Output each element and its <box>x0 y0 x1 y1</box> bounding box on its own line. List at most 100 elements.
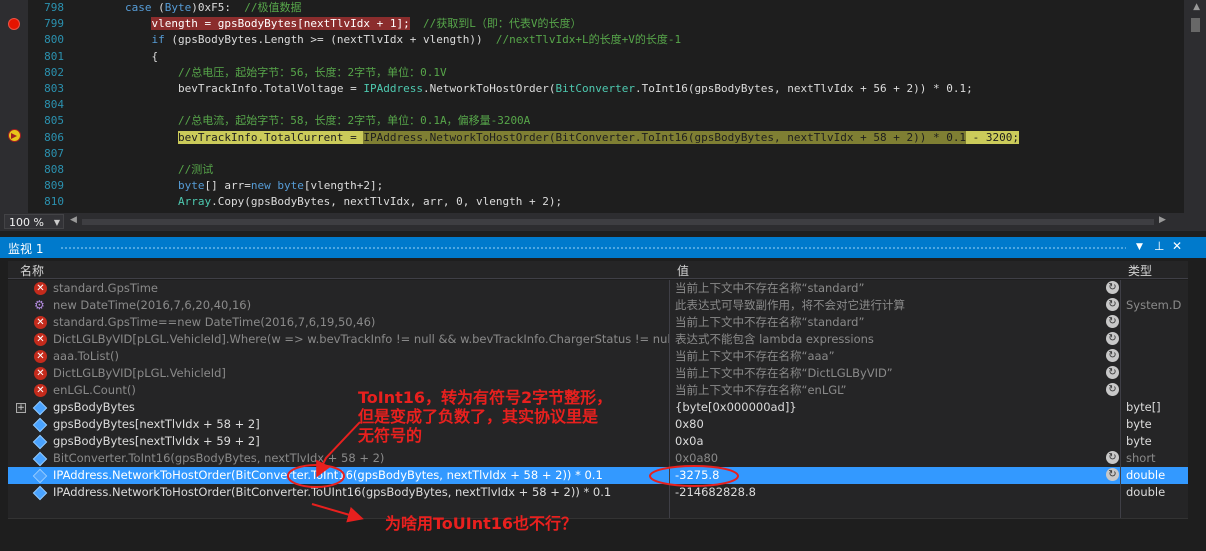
vertical-scrollbar[interactable]: ▲ <box>1184 0 1206 213</box>
refresh-icon[interactable]: ↻ <box>1106 383 1119 396</box>
watch-row[interactable]: ✕ DictLGLByVID[pLGL.VehicleId].Where(w =>… <box>8 331 1188 349</box>
code-line[interactable]: //测试 <box>72 162 1168 178</box>
code-line[interactable]: case (Byte)0xF5: //极值数据 <box>72 0 1168 16</box>
dropdown-icon[interactable]: ▼ <box>1136 242 1143 252</box>
breakpoint-icon[interactable] <box>8 18 20 30</box>
watch-value[interactable]: -3275.8 <box>675 467 1105 484</box>
watch-value[interactable]: 当前上下文中不存在名称“standard” <box>675 280 1105 297</box>
close-icon[interactable]: ✕ <box>1172 239 1182 253</box>
column-divider[interactable] <box>669 399 670 416</box>
scrollbar-thumb[interactable] <box>1191 18 1200 32</box>
column-divider[interactable] <box>669 382 670 399</box>
watch-value[interactable]: 当前上下文中不存在名称“DictLGLByVID” <box>675 365 1105 382</box>
watch-value[interactable]: 0x80 <box>675 416 1105 433</box>
chevron-down-icon[interactable]: ▼ <box>54 215 60 230</box>
watch-name[interactable]: standard.GpsTime==new DateTime(2016,7,6,… <box>53 314 669 331</box>
header-name[interactable]: 名称 <box>20 262 44 279</box>
code-line[interactable] <box>72 97 1168 113</box>
watch-row[interactable]: ✕ aaa.ToList() 当前上下文中不存在名称“aaa” ↻ <box>8 348 1188 366</box>
watch-value[interactable]: {byte[0x000000ad]} <box>675 399 1105 416</box>
watch-row[interactable]: IPAddress.NetworkToHostOrder(BitConverte… <box>8 467 1188 485</box>
watch-row[interactable]: IPAddress.NetworkToHostOrder(BitConverte… <box>8 484 1188 502</box>
column-divider[interactable] <box>669 416 670 433</box>
column-divider[interactable] <box>669 314 670 331</box>
current-line-arrow-icon[interactable] <box>8 129 21 142</box>
refresh-icon[interactable]: ↻ <box>1106 366 1119 379</box>
watch-row[interactable]: ⚙ new DateTime(2016,7,6,20,40,16) 此表达式可导致副… <box>8 297 1188 315</box>
watch-value[interactable]: 表达式不能包含 lambda expressions <box>675 331 1105 348</box>
refresh-icon[interactable]: ↻ <box>1106 349 1119 362</box>
header-type[interactable]: 类型 <box>1128 262 1152 279</box>
column-divider[interactable] <box>669 365 670 382</box>
watch-value[interactable]: 当前上下文中不存在名称“aaa” <box>675 348 1105 365</box>
column-divider[interactable] <box>1120 314 1121 331</box>
watch-titlebar[interactable]: 监视 1 ▼ ⊥ ✕ <box>0 237 1206 258</box>
watch-name[interactable]: new DateTime(2016,7,6,20,40,16) <box>53 297 669 314</box>
column-divider[interactable] <box>1120 467 1121 484</box>
watch-name[interactable]: IPAddress.NetworkToHostOrder(BitConverte… <box>53 484 669 501</box>
refresh-icon[interactable]: ↻ <box>1106 332 1119 345</box>
column-divider[interactable] <box>1120 399 1121 416</box>
watch-name[interactable]: IPAddress.NetworkToHostOrder(BitConverte… <box>53 467 669 484</box>
column-divider[interactable] <box>1120 433 1121 450</box>
watch-value[interactable]: 0x0a <box>675 433 1105 450</box>
watch-name[interactable]: DictLGLByVID[pLGL.VehicleId].Where(w => … <box>53 331 669 348</box>
watch-name[interactable]: standard.GpsTime <box>53 280 669 297</box>
refresh-icon[interactable]: ↻ <box>1106 298 1119 311</box>
column-divider[interactable] <box>1120 297 1121 314</box>
watch-value[interactable]: 0x0a80 <box>675 450 1105 467</box>
code-line[interactable] <box>72 146 1168 162</box>
column-divider[interactable] <box>1120 382 1121 399</box>
watch-value[interactable]: 当前上下文中不存在名称“enLGL” <box>675 382 1105 399</box>
watch-value[interactable]: -214682828.8 <box>675 484 1105 501</box>
expand-icon[interactable]: + <box>16 403 26 413</box>
watch-empty-row[interactable] <box>8 501 1188 519</box>
refresh-icon[interactable]: ↻ <box>1106 468 1119 481</box>
watch-row[interactable]: ✕ standard.GpsTime==new DateTime(2016,7,6… <box>8 314 1188 332</box>
code-editor[interactable]: 798 799 800 801 802 803 804 805 806 807 808 809 810 … <box>0 0 1206 213</box>
watch-value[interactable]: 当前上下文中不存在名称“standard” <box>675 314 1105 331</box>
code-line[interactable]: //总电流，起始字节：58，长度：2字节，单位：0.1A，偏移量-3200A <box>72 113 1168 129</box>
column-divider[interactable] <box>669 297 670 314</box>
code-line[interactable]: vlength = gpsBodyBytes[nextTlvIdx + 1]; … <box>72 16 1168 32</box>
code-line[interactable]: byte[] arr=new byte[vlength+2]; <box>72 178 1168 194</box>
watch-row[interactable]: ✕ standard.GpsTime 当前上下文中不存在名称“standard” ↻ <box>8 280 1188 298</box>
watch-row[interactable]: ✕ DictLGLByVID[pLGL.VehicleId] 当前上下文中不存在名称… <box>8 365 1188 383</box>
watch-row[interactable]: BitConverter.ToInt16(gpsBodyBytes, nextT… <box>8 450 1188 468</box>
watch-value[interactable]: 此表达式可导致副作用，将不会对它进行计算 <box>675 297 1105 314</box>
code-line[interactable]: { <box>72 49 1168 65</box>
watch-name[interactable]: aaa.ToList() <box>53 348 669 365</box>
scroll-right-icon[interactable]: ▶ <box>1159 215 1166 225</box>
column-divider[interactable] <box>1120 348 1121 365</box>
column-divider[interactable] <box>669 484 670 501</box>
pin-icon[interactable]: ⊥ <box>1154 239 1164 253</box>
code-line[interactable]: bevTrackInfo.TotalVoltage = IPAddress.Ne… <box>72 81 1168 97</box>
column-divider[interactable] <box>1120 484 1121 501</box>
refresh-icon[interactable]: ↻ <box>1106 451 1119 464</box>
horizontal-scrollbar[interactable] <box>82 219 1154 225</box>
column-divider[interactable] <box>1120 331 1121 348</box>
column-divider[interactable] <box>1120 450 1121 467</box>
column-divider[interactable] <box>1120 365 1121 382</box>
watch-name[interactable]: DictLGLByVID[pLGL.VehicleId] <box>53 365 669 382</box>
column-divider[interactable] <box>669 467 670 484</box>
code-line[interactable]: bevTrackInfo.TotalCurrent = IPAddress.Ne… <box>72 130 1168 146</box>
header-value[interactable]: 值 <box>677 262 689 279</box>
watch-name[interactable]: BitConverter.ToInt16(gpsBodyBytes, nextT… <box>53 450 669 467</box>
refresh-icon[interactable]: ↻ <box>1106 281 1119 294</box>
column-divider[interactable] <box>669 433 670 450</box>
code-lines[interactable]: case (Byte)0xF5: //极值数据 vlength = gpsBod… <box>72 0 1168 213</box>
code-line[interactable]: Array.Copy(gpsBodyBytes, nextTlvIdx, arr… <box>72 194 1168 210</box>
column-divider[interactable] <box>669 280 670 297</box>
code-line[interactable]: if (gpsBodyBytes.Length >= (nextTlvIdx +… <box>72 32 1168 48</box>
scroll-up-icon[interactable]: ▲ <box>1193 2 1200 12</box>
column-divider[interactable] <box>669 450 670 467</box>
code-line[interactable]: //总电压，起始字节：56，长度：2字节，单位：0.1V <box>72 65 1168 81</box>
column-divider[interactable] <box>1120 280 1121 297</box>
refresh-icon[interactable]: ↻ <box>1106 315 1119 328</box>
zoom-select[interactable]: 100 % ▼ <box>4 214 64 229</box>
column-divider[interactable] <box>669 348 670 365</box>
breakpoint-gutter[interactable] <box>0 0 28 213</box>
column-divider[interactable] <box>1120 416 1121 433</box>
scroll-left-icon[interactable]: ◀ <box>70 215 77 225</box>
